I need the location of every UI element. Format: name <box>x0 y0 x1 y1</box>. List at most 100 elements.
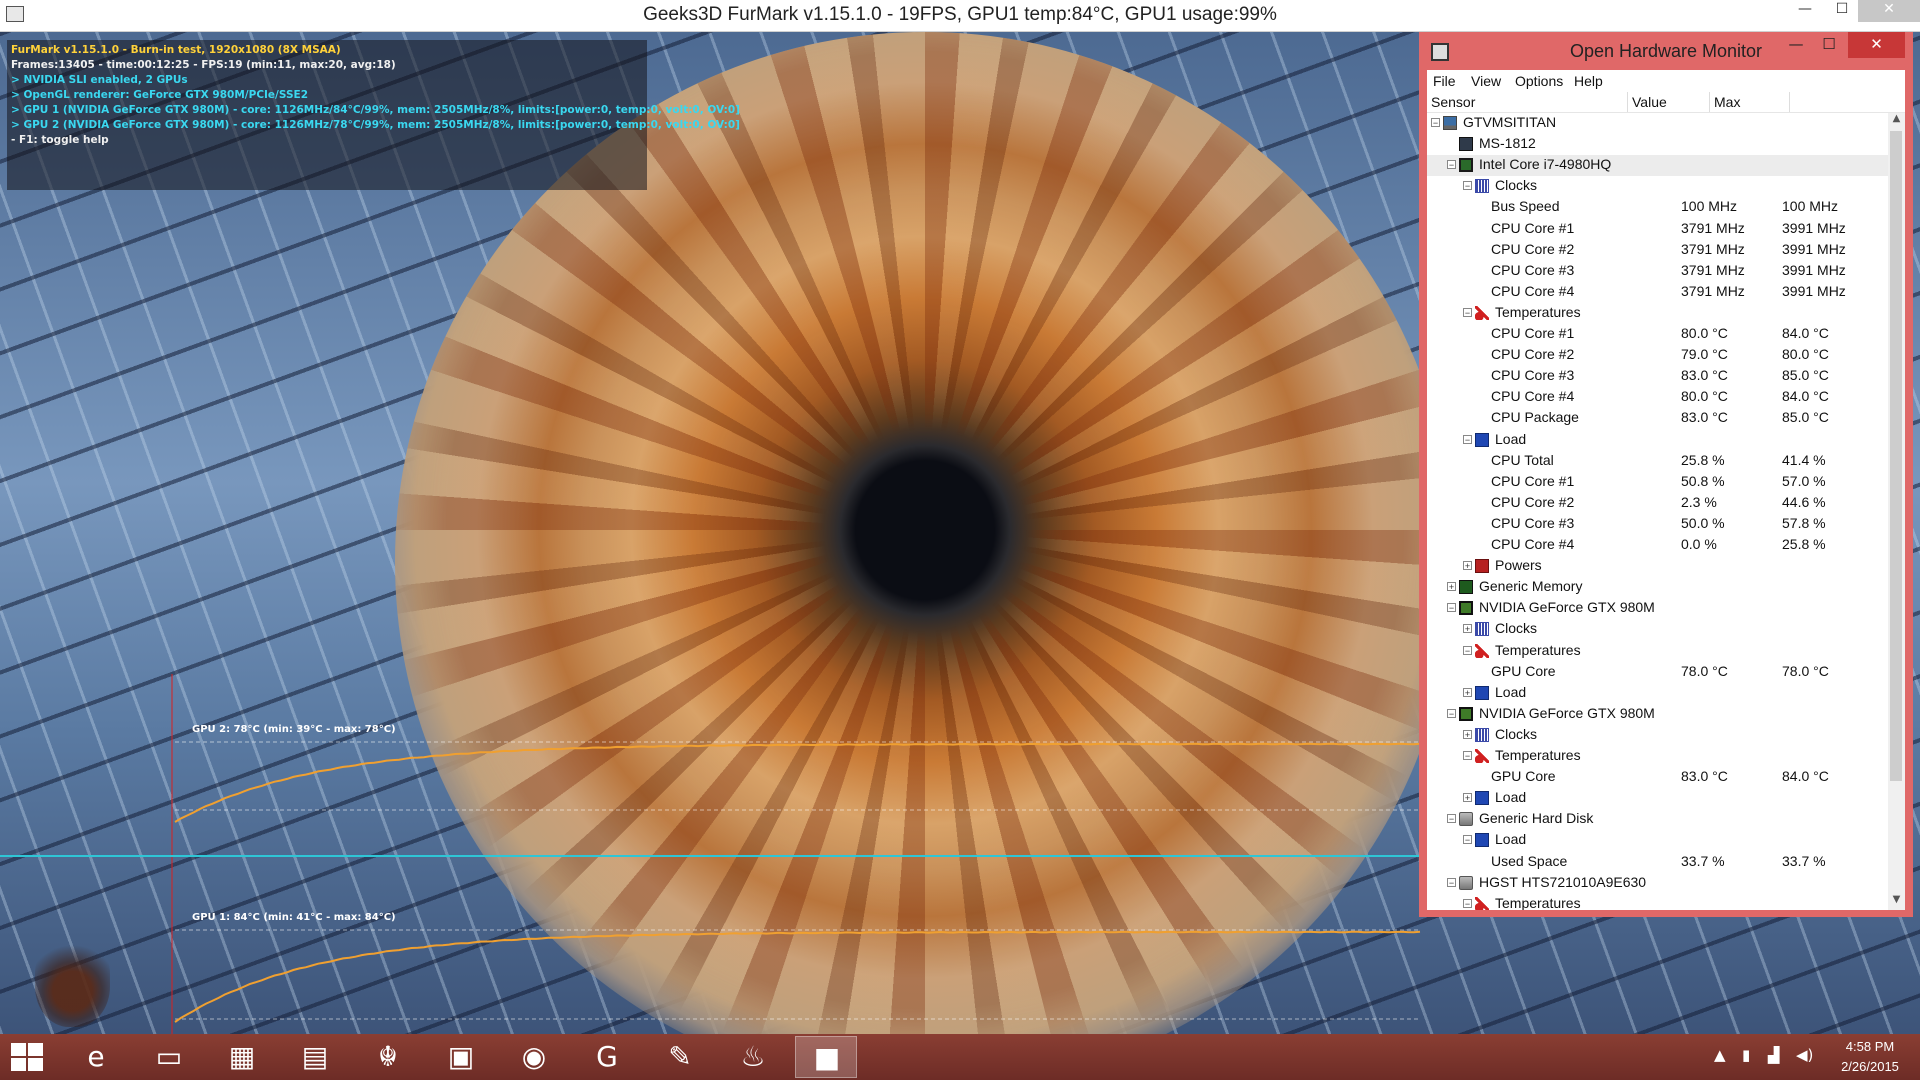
column-divider[interactable] <box>1789 92 1790 112</box>
sensor-row[interactable]: + Load <box>1427 683 1888 704</box>
collapse-icon[interactable]: − <box>1463 646 1472 656</box>
collapse-icon[interactable]: − <box>1463 181 1472 191</box>
taskbar-clock-time[interactable]: 4:58 PM <box>1830 1039 1910 1054</box>
minimize-button[interactable]: — <box>1785 0 1825 22</box>
sensor-row[interactable]: + Generic Memory <box>1427 577 1888 598</box>
expand-icon[interactable]: + <box>1463 793 1472 803</box>
sensor-row[interactable]: − NVIDIA GeForce GTX 980M <box>1427 598 1888 619</box>
sensor-row[interactable]: CPU Core #2 79.0 °C 80.0 °C <box>1427 345 1888 366</box>
sensor-row[interactable]: − Temperatures <box>1427 894 1888 910</box>
chrome-icon: ◉ <box>521 1040 547 1073</box>
expand-icon[interactable]: + <box>1463 624 1472 634</box>
taskbar-app-button[interactable]: ♨ <box>722 1036 784 1078</box>
show-hidden-icons-icon[interactable]: ▲ <box>1714 1046 1726 1064</box>
sensor-row[interactable]: CPU Package 83.0 °C 85.0 °C <box>1427 408 1888 429</box>
sensor-row[interactable]: Bus Speed 100 MHz 100 MHz <box>1427 197 1888 218</box>
sensor-row[interactable]: − NVIDIA GeForce GTX 980M <box>1427 704 1888 725</box>
sensor-row[interactable]: − Load <box>1427 430 1888 451</box>
sensor-row[interactable]: − HGST HTS721010A9E630 <box>1427 873 1888 894</box>
taskbar-app-button[interactable]: ■ <box>795 1036 857 1078</box>
sensor-row[interactable]: Used Space 33.7 % 33.7 % <box>1427 852 1888 873</box>
scroll-down-arrow-icon[interactable]: ▼ <box>1888 894 1905 910</box>
ohm-minimize-button[interactable]: — <box>1781 32 1811 58</box>
collapse-icon[interactable]: − <box>1447 814 1456 824</box>
sensor-row[interactable]: CPU Core #4 0.0 % 25.8 % <box>1427 535 1888 556</box>
sensor-row[interactable]: − Clocks <box>1427 176 1888 197</box>
sensor-row[interactable]: CPU Core #1 50.8 % 57.0 % <box>1427 472 1888 493</box>
expand-icon[interactable]: + <box>1463 688 1472 698</box>
taskbar-clock-date[interactable]: 2/26/2015 <box>1830 1059 1910 1074</box>
expand-icon[interactable]: + <box>1447 582 1456 592</box>
collapse-icon[interactable]: − <box>1463 308 1472 318</box>
sensor-row[interactable]: CPU Core #3 3791 MHz 3991 MHz <box>1427 261 1888 282</box>
menu-options[interactable]: Options <box>1515 73 1563 89</box>
battery-icon[interactable]: ▮ <box>1742 1046 1750 1064</box>
volume-icon[interactable]: ◀) <box>1796 1046 1813 1064</box>
sensor-row[interactable]: CPU Core #1 3791 MHz 3991 MHz <box>1427 219 1888 240</box>
maximize-button[interactable]: ☐ <box>1822 0 1862 22</box>
column-max[interactable]: Max <box>1714 94 1740 110</box>
sensor-row[interactable]: − Generic Hard Disk <box>1427 809 1888 830</box>
taskbar-app-button[interactable]: ▣ <box>430 1036 492 1078</box>
column-value[interactable]: Value <box>1632 94 1667 110</box>
column-divider[interactable] <box>1709 92 1710 112</box>
collapse-icon[interactable]: − <box>1431 118 1440 128</box>
menu-file[interactable]: File <box>1433 73 1456 89</box>
windows-logo-icon <box>28 1058 43 1071</box>
sensor-row[interactable]: − Temperatures <box>1427 303 1888 324</box>
sensor-max: 57.8 % <box>1782 515 1826 531</box>
sensor-row[interactable]: CPU Core #1 80.0 °C 84.0 °C <box>1427 324 1888 345</box>
sensor-row[interactable]: GPU Core 83.0 °C 84.0 °C <box>1427 767 1888 788</box>
sensor-row[interactable]: CPU Core #3 50.0 % 57.8 % <box>1427 514 1888 535</box>
scroll-up-arrow-icon[interactable]: ▲ <box>1888 113 1905 129</box>
file-explorer-icon: ▭ <box>155 1040 183 1073</box>
sensor-row[interactable]: + Powers <box>1427 556 1888 577</box>
ohm-vertical-scrollbar[interactable]: ▲ ▼ <box>1888 113 1905 910</box>
collapse-icon[interactable]: − <box>1447 603 1456 613</box>
sensor-row[interactable]: + Clocks <box>1427 619 1888 640</box>
taskbar-app-button[interactable]: ◉ <box>503 1036 565 1078</box>
column-sensor[interactable]: Sensor <box>1431 94 1475 110</box>
taskbar-app-button[interactable]: ✎ <box>649 1036 711 1078</box>
expand-icon[interactable]: + <box>1463 730 1472 740</box>
collapse-icon[interactable]: − <box>1463 899 1472 909</box>
sensor-row[interactable]: GPU Core 78.0 °C 78.0 °C <box>1427 662 1888 683</box>
network-signal-icon[interactable]: ▟ <box>1768 1046 1780 1064</box>
sensor-row[interactable]: + Clocks <box>1427 725 1888 746</box>
ohm-maximize-button[interactable]: ☐ <box>1814 32 1844 58</box>
collapse-icon[interactable]: − <box>1463 835 1472 845</box>
collapse-icon[interactable]: − <box>1463 751 1472 761</box>
column-divider[interactable] <box>1627 92 1628 112</box>
collapse-icon[interactable]: − <box>1463 435 1472 445</box>
collapse-icon[interactable]: − <box>1447 878 1456 888</box>
sensor-row[interactable]: CPU Core #3 83.0 °C 85.0 °C <box>1427 366 1888 387</box>
close-button[interactable]: ✕ <box>1858 0 1920 22</box>
taskbar-app-button[interactable]: ▤ <box>284 1036 346 1078</box>
sensor-row[interactable]: MS-1812 <box>1427 134 1888 155</box>
collapse-icon[interactable]: − <box>1447 160 1456 170</box>
ohm-close-button[interactable]: ✕ <box>1848 32 1905 58</box>
menu-view[interactable]: View <box>1471 73 1501 89</box>
taskbar-app-button[interactable]: ▭ <box>138 1036 200 1078</box>
taskbar-app-button[interactable]: e <box>65 1036 127 1078</box>
collapse-icon[interactable]: − <box>1447 709 1456 719</box>
taskbar-app-button[interactable]: ▦ <box>211 1036 273 1078</box>
scrollbar-thumb[interactable] <box>1890 131 1902 781</box>
sensor-row[interactable]: CPU Core #2 2.3 % 44.6 % <box>1427 493 1888 514</box>
sensor-row[interactable]: CPU Core #4 80.0 °C 84.0 °C <box>1427 387 1888 408</box>
taskbar-app-button[interactable]: ☬ <box>357 1036 419 1078</box>
sensor-row[interactable]: CPU Core #4 3791 MHz 3991 MHz <box>1427 282 1888 303</box>
expand-icon[interactable]: + <box>1463 561 1472 571</box>
sensor-row[interactable]: − Temperatures <box>1427 746 1888 767</box>
taskbar-app-button[interactable]: G <box>576 1036 638 1078</box>
sensor-row[interactable]: − Load <box>1427 830 1888 851</box>
clock-icon <box>1475 622 1489 636</box>
menu-help[interactable]: Help <box>1574 73 1603 89</box>
sensor-row[interactable]: − GTVMSITITAN <box>1427 113 1888 134</box>
sensor-row[interactable]: CPU Core #2 3791 MHz 3991 MHz <box>1427 240 1888 261</box>
sensor-row[interactable]: + Load <box>1427 788 1888 809</box>
sensor-row[interactable]: − Temperatures <box>1427 641 1888 662</box>
start-button[interactable] <box>11 1043 45 1073</box>
sensor-row[interactable]: − Intel Core i7-4980HQ <box>1427 155 1888 176</box>
sensor-row[interactable]: CPU Total 25.8 % 41.4 % <box>1427 451 1888 472</box>
